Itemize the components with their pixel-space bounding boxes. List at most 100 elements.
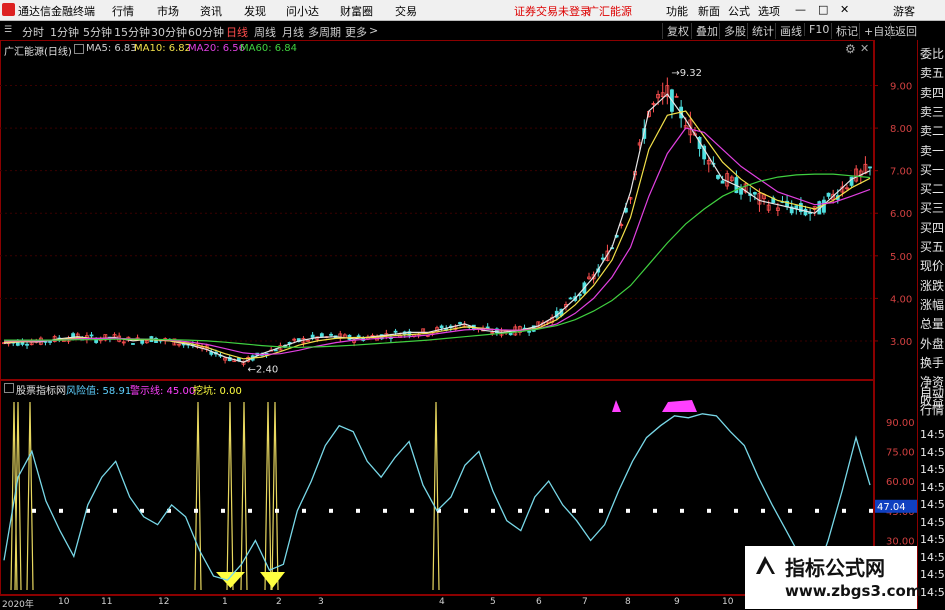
auto-quote-label[interactable]: 行情 xyxy=(920,404,945,417)
period-weekly[interactable]: 周线 xyxy=(254,24,276,40)
trade-time: 14:56 xyxy=(920,585,945,599)
btn-fanhui[interactable]: 返回 xyxy=(890,23,917,39)
app-logo-icon xyxy=(2,3,15,16)
main-y-tick-label: 3.00 xyxy=(890,337,912,348)
candle-body xyxy=(48,341,52,343)
candle-body xyxy=(89,334,94,337)
btn-duogu[interactable]: 多股 xyxy=(719,23,746,39)
warning-dot xyxy=(707,508,711,513)
period-monthly[interactable]: 月线 xyxy=(282,24,304,40)
candle-body xyxy=(393,330,398,333)
menu-xinmian[interactable]: 新面 xyxy=(698,3,720,19)
main-y-tick-label: 9.00 xyxy=(890,82,912,93)
warning-dot xyxy=(32,508,36,513)
warning-dot xyxy=(599,508,603,513)
quote-label: 卖五 xyxy=(920,66,945,81)
date-tick: 10 xyxy=(722,597,734,607)
main-chart-panel[interactable]: 广汇能源(日线) MA5: 6.83 MA10: 6.82 MA20: 6.56… xyxy=(0,40,874,380)
menu-zixun[interactable]: 资讯 xyxy=(200,3,222,19)
menu-gongshi[interactable]: 公式 xyxy=(728,3,750,19)
indicator-panel[interactable]: 股票指标网 风险值: 58.91 警示线: 45.00 挖坑: 0.00 xyxy=(0,380,874,595)
ma-line-ma10 xyxy=(3,110,871,360)
btn-huaxian[interactable]: 画线 xyxy=(775,23,802,39)
period-fenshi[interactable]: 分时 xyxy=(22,24,44,40)
candle-body xyxy=(568,297,573,300)
dig-spike xyxy=(14,401,22,591)
candle-body xyxy=(826,192,831,197)
ma-line-ma20 xyxy=(4,127,871,356)
current-value-label: 47.04 xyxy=(877,502,906,513)
warning-dot xyxy=(464,508,468,513)
more-chevron-icon[interactable]: > xyxy=(369,24,378,37)
btn-fuquan[interactable]: 复权 xyxy=(662,23,689,39)
maximize-icon[interactable]: □ xyxy=(818,3,828,16)
period-1min[interactable]: 1分钟 xyxy=(50,24,79,40)
watermark-title: 指标公式网 xyxy=(785,556,885,580)
warning-dot xyxy=(194,508,198,513)
main-y-tick-label: 8.00 xyxy=(890,124,912,135)
warning-dot xyxy=(788,508,792,513)
quote-label: 买五 xyxy=(920,240,945,254)
period-15min[interactable]: 15分钟 xyxy=(114,24,150,40)
watermark-box: 指标公式网 www.zbgs3.com xyxy=(745,546,921,609)
period-multi[interactable]: 多周期 xyxy=(308,24,341,40)
btn-biaoji[interactable]: 标记 xyxy=(831,23,858,39)
warning-dot xyxy=(59,508,63,513)
menu-xuanxiang[interactable]: 选项 xyxy=(758,3,780,19)
period-5min[interactable]: 5分钟 xyxy=(83,24,112,40)
trade-time: 14:50 xyxy=(920,480,945,494)
login-notice[interactable]: 证券交易未登录 xyxy=(514,3,591,19)
candle-body xyxy=(794,205,799,209)
btn-tongji[interactable]: 统计 xyxy=(747,23,774,39)
period-daily[interactable]: 日线 xyxy=(226,24,248,40)
warning-dot xyxy=(113,508,117,513)
right-quote-panel: 委比 卖五 卖四 卖三 卖二 卖一 买一 买二 买三 买四 买五 现价 涨跌 涨幅 总量 外盘 换手 净资 收益 自动… xyxy=(917,40,945,609)
candle-body xyxy=(131,343,135,345)
menu-wenxiaoda[interactable]: 问小达 xyxy=(286,3,319,19)
warning-dot xyxy=(626,508,630,513)
menu-bar: 通达信金融终端 行情 市场 资讯 发现 问小达 财富圈 交易 证券交易未登录 广… xyxy=(0,0,945,21)
period-60min[interactable]: 60分钟 xyxy=(188,24,224,40)
warning-dot xyxy=(491,508,495,513)
menu-jiaoyi[interactable]: 交易 xyxy=(395,3,417,19)
ma-line-ma5 xyxy=(3,93,871,363)
quote-label: 委比 xyxy=(920,47,945,61)
warning-dot xyxy=(221,508,225,513)
quote-label: 涨幅 xyxy=(920,297,945,312)
menu-hangqing[interactable]: 行情 xyxy=(112,3,134,19)
date-tick: 2020年 xyxy=(2,600,34,610)
date-tick: 4 xyxy=(439,597,445,607)
warning-dot xyxy=(383,508,387,513)
dig-spike xyxy=(194,401,202,591)
btn-f10[interactable]: F10 xyxy=(804,23,829,36)
menu-gongneng[interactable]: 功能 xyxy=(666,3,688,19)
menu-caifuquan[interactable]: 财富圈 xyxy=(340,3,373,19)
date-tick: 10 xyxy=(58,597,70,607)
warning-dot xyxy=(248,508,252,513)
menu-shichang[interactable]: 市场 xyxy=(157,3,179,19)
guest-label[interactable]: 游客 xyxy=(893,3,915,19)
minimize-icon[interactable]: — xyxy=(795,3,806,16)
dig-triangle xyxy=(260,572,285,588)
trade-time: 14:50 xyxy=(920,445,945,459)
candle-body xyxy=(319,333,324,337)
period-more[interactable]: 更多 xyxy=(345,24,367,40)
quote-label: 买二 xyxy=(920,182,945,197)
app-title: 通达信金融终端 xyxy=(18,5,95,18)
trade-time: 14:56 xyxy=(920,515,945,529)
warning-dot xyxy=(680,508,684,513)
menu-faxian[interactable]: 发现 xyxy=(244,3,266,19)
close-icon[interactable]: ✕ xyxy=(840,3,849,16)
quote-label: 买三 xyxy=(920,201,945,216)
period-toolbar: ☰ 分时 1分钟 5分钟 15分钟 30分钟 60分钟 日线 周线 月线 多周期… xyxy=(0,21,945,41)
btn-diejia[interactable]: 叠加 xyxy=(691,23,718,39)
candle-body xyxy=(458,322,462,324)
warning-dot xyxy=(734,508,738,513)
toolbar-menu-icon[interactable]: ☰ xyxy=(4,25,12,35)
period-30min[interactable]: 30分钟 xyxy=(151,24,187,40)
auto-quote-label[interactable]: 自动 xyxy=(920,386,945,399)
dig-spike xyxy=(26,401,34,591)
quote-label: 卖二 xyxy=(920,124,945,139)
candle-body xyxy=(752,192,757,195)
dig-spike xyxy=(432,401,440,591)
